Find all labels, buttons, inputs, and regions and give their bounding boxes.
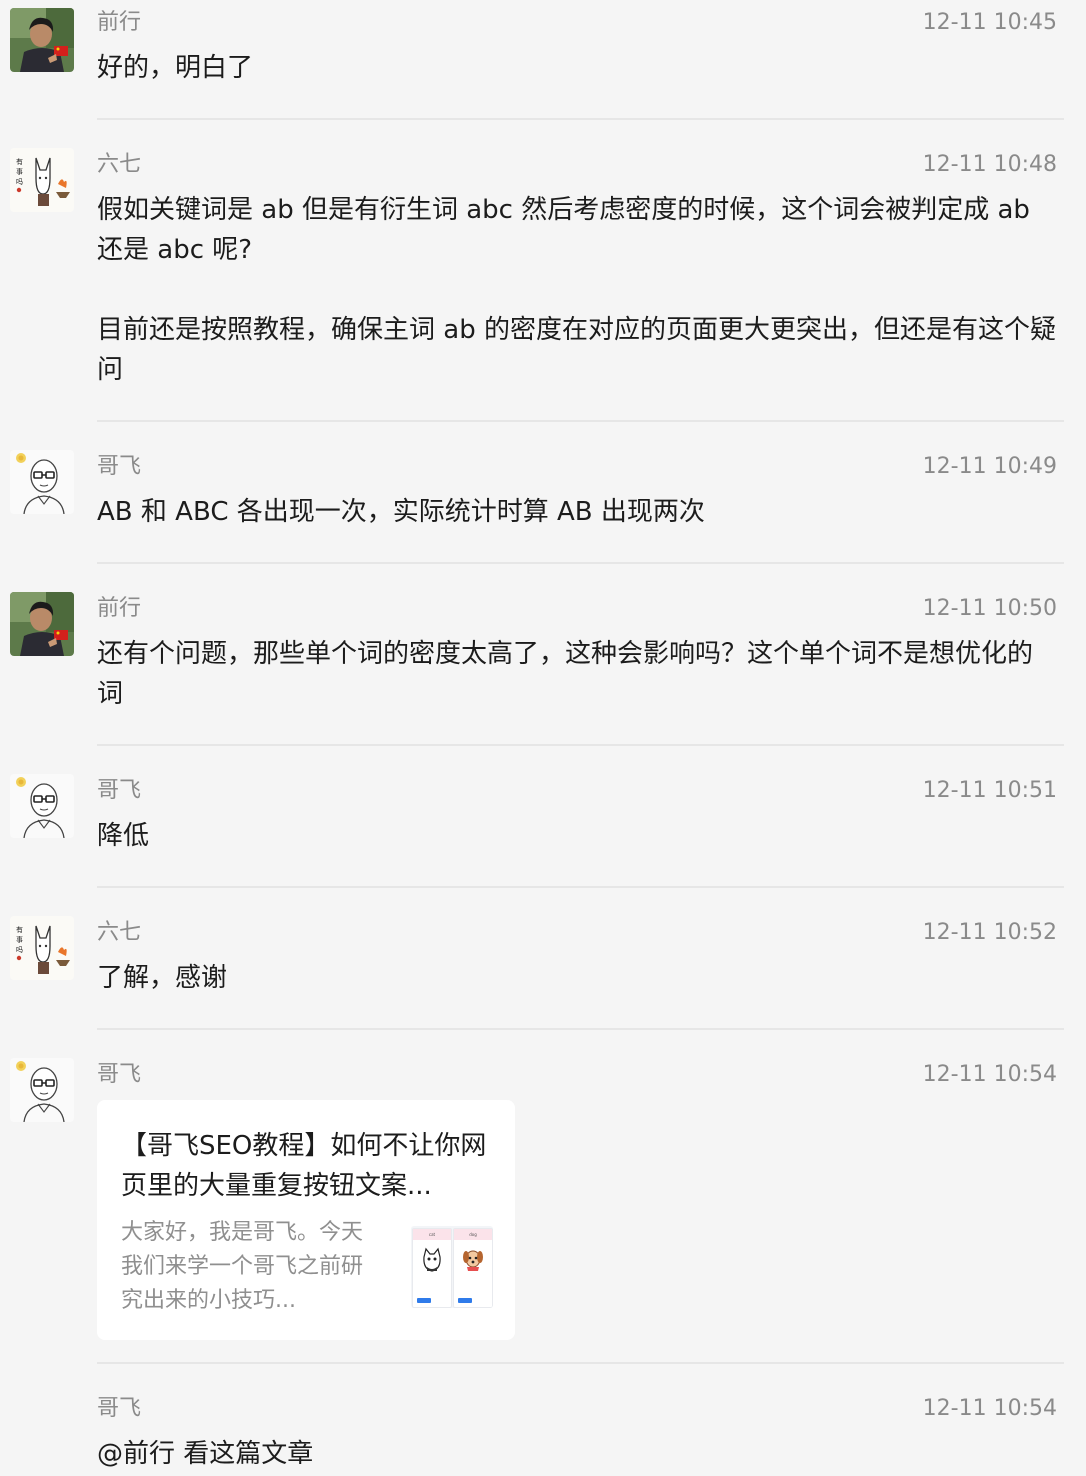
qianxing-avatar-photo-icon <box>10 8 74 72</box>
message-text: 假如关键词是 ab 但是有衍生词 abc 然后考虑密度的时候，这个词会被判定成 … <box>97 195 1056 385</box>
message-divider <box>97 886 1064 888</box>
article-link-card[interactable]: 【哥飞SEO教程】如何不让你网页里的大量重复按钮文案... 大家好，我是哥飞。今… <box>97 1100 515 1340</box>
sender-name: 哥飞 <box>97 1062 142 1087</box>
gefei-avatar[interactable] <box>10 774 74 838</box>
thumbnail-dog-button <box>458 1298 472 1303</box>
thumbnail-dog-label: dog <box>454 1229 492 1240</box>
message-divider <box>97 744 1064 746</box>
sender-name: 哥飞 <box>97 1396 142 1421</box>
message-time: 12-11 10:50 <box>922 596 1057 621</box>
cat-icon <box>423 1247 441 1272</box>
svg-text:吗: 吗 <box>16 178 23 186</box>
sender-name: 六七 <box>97 920 142 945</box>
gefei-avatar-sketch-icon <box>10 450 74 514</box>
sender-name: 六七 <box>97 152 142 177</box>
gefei-avatar-sketch-icon <box>10 1058 74 1122</box>
gefei-avatar-sketch-icon <box>10 774 74 838</box>
liuqi-avatar-drawing-icon: 有 事 吗 <box>10 916 74 980</box>
message-time: 12-11 10:54 <box>922 1062 1057 1087</box>
message-divider <box>97 1362 1064 1364</box>
message-time: 12-11 10:45 <box>922 10 1057 35</box>
svg-text:吗: 吗 <box>16 946 23 954</box>
thumbnail-dog-panel: dog <box>453 1228 493 1308</box>
qianxing-avatar-photo-icon <box>10 592 74 656</box>
message-text: 了解，感谢 <box>97 963 228 993</box>
message-time: 12-11 10:54 <box>922 1396 1057 1421</box>
gefei-avatar[interactable] <box>10 450 74 514</box>
message-time: 12-11 10:52 <box>922 920 1057 945</box>
thumbnail-cat-panel: cat <box>412 1228 452 1308</box>
article-card-title: 【哥飞SEO教程】如何不让你网页里的大量重复按钮文案... <box>121 1131 487 1201</box>
article-thumbnail-icon: cat dog <box>411 1226 493 1308</box>
qianxing-avatar[interactable] <box>10 592 74 656</box>
sender-name: 哥飞 <box>97 454 142 479</box>
message-time: 12-11 10:49 <box>922 454 1057 479</box>
svg-text:事: 事 <box>16 167 23 176</box>
message-divider <box>97 562 1064 564</box>
thumbnail-cat-label: cat <box>413 1229 451 1240</box>
thumbnail-cat-button <box>417 1298 431 1303</box>
dog-icon <box>463 1250 483 1271</box>
message-text: 还有个问题，那些单个词的密度太高了，这种会影响吗？这个单个词不是想优化的词 <box>97 639 1034 709</box>
message-divider <box>97 1028 1064 1030</box>
message-divider <box>97 420 1064 422</box>
sender-name: 前行 <box>97 596 142 621</box>
svg-text:事: 事 <box>16 935 23 944</box>
message-text: @前行 看这篇文章 <box>97 1439 314 1469</box>
liuqi-avatar-drawing-icon: 有 事 吗 <box>10 148 74 212</box>
message-text: 好的，明白了 <box>97 53 254 83</box>
message-time: 12-11 10:48 <box>922 152 1057 177</box>
sender-name: 前行 <box>97 10 142 35</box>
message-text: AB 和 ABC 各出现一次，实际统计时算 AB 出现两次 <box>97 497 705 527</box>
liuqi-avatar[interactable]: 有 事 吗 <box>10 916 74 980</box>
liuqi-avatar[interactable]: 有 事 吗 <box>10 148 74 212</box>
message-text: 降低 <box>97 821 150 851</box>
sender-name: 哥飞 <box>97 778 142 803</box>
article-card-description: 大家好，我是哥飞。今天我们来学一个哥飞之前研究出来的小技巧... <box>121 1220 364 1313</box>
chat-message-list: 前行 12-11 10:45 好的，明白了 有 事 吗 六七 12-11 10:… <box>0 0 1086 1476</box>
gefei-avatar[interactable] <box>10 1058 74 1122</box>
svg-text:有: 有 <box>16 157 23 166</box>
qianxing-avatar[interactable] <box>10 8 74 72</box>
message-divider <box>97 118 1064 120</box>
message-time: 12-11 10:51 <box>922 778 1057 803</box>
svg-text:有: 有 <box>16 925 23 934</box>
